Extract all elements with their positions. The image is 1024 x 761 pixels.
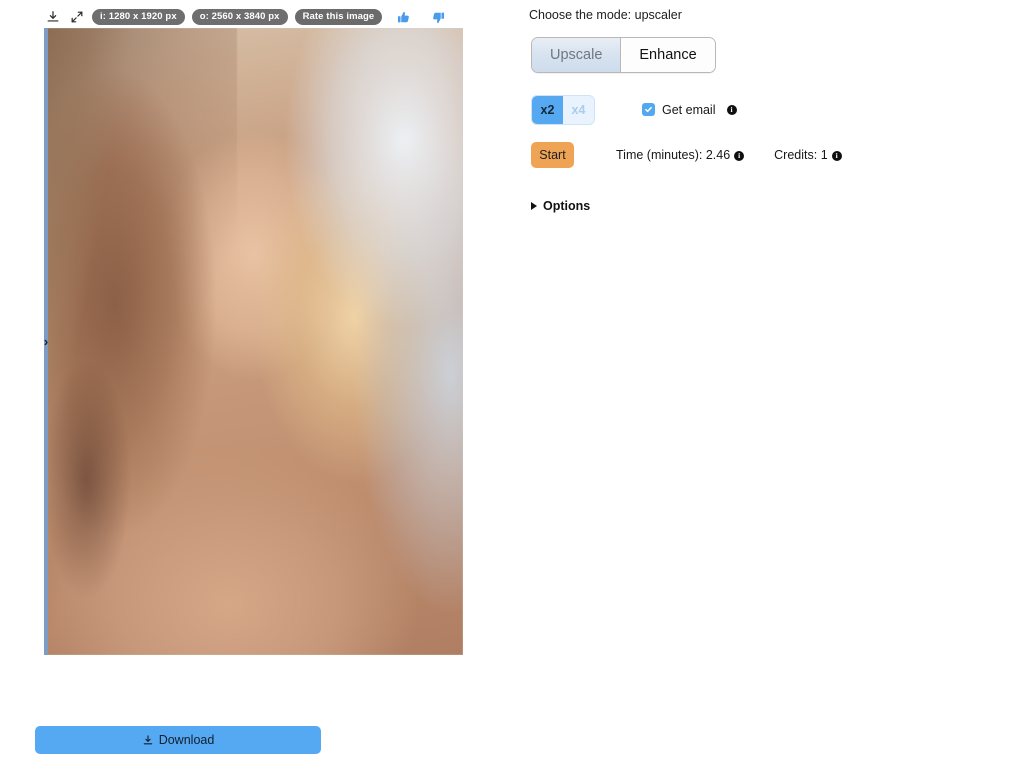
- mode-toggle-group: Upscale Enhance: [531, 37, 716, 73]
- get-email-checkbox[interactable]: [642, 103, 655, 116]
- mode-button-upscale[interactable]: Upscale: [532, 38, 621, 72]
- expand-icon[interactable]: [68, 9, 85, 26]
- time-estimate-label: Time (minutes): 2.46: [616, 148, 730, 162]
- image-panel: i: 1280 x 1920 px o: 2560 x 3840 px Rate…: [0, 0, 500, 761]
- thumbs-up-icon[interactable]: [395, 9, 411, 25]
- controls-panel: Choose the mode: upscaler Upscale Enhanc…: [525, 0, 1024, 761]
- image-toolbar: i: 1280 x 1920 px o: 2560 x 3840 px Rate…: [44, 6, 446, 28]
- time-info-icon[interactable]: i: [734, 151, 744, 161]
- triangle-right-icon: [531, 202, 537, 210]
- upscaled-image: [44, 28, 463, 655]
- scale-button-x4[interactable]: x4: [563, 96, 594, 124]
- get-email-label: Get email: [662, 103, 716, 117]
- start-row: Start Time (minutes): 2.46 i Credits: 1 i: [531, 141, 1024, 169]
- before-after-slider[interactable]: ›: [44, 28, 48, 655]
- input-size-badge: i: 1280 x 1920 px: [92, 9, 185, 26]
- start-button[interactable]: Start: [531, 142, 574, 168]
- get-email-group: Get email i: [642, 103, 737, 118]
- check-icon: [644, 105, 653, 114]
- output-size-badge: o: 2560 x 3840 px: [192, 9, 288, 26]
- options-disclosure[interactable]: Options: [531, 199, 590, 213]
- credits-cost-label: Credits: 1: [774, 148, 828, 162]
- thumbs-down-icon[interactable]: [430, 9, 446, 25]
- rate-this-image-button[interactable]: Rate this image: [295, 9, 383, 26]
- scale-and-email-row: x2 x4 Get email i: [531, 95, 1024, 125]
- slider-chevron-icon: ›: [44, 335, 48, 348]
- scale-toggle-group: x2 x4: [531, 95, 595, 125]
- download-icon: [142, 734, 154, 746]
- before-after-slider-handle[interactable]: ›: [44, 320, 55, 364]
- download-button-label: Download: [159, 733, 215, 747]
- get-email-info-icon[interactable]: i: [727, 105, 737, 115]
- credits-cost: Credits: 1 i: [774, 148, 842, 162]
- upscaler-app: i: 1280 x 1920 px o: 2560 x 3840 px Rate…: [0, 0, 1024, 761]
- mode-button-enhance[interactable]: Enhance: [621, 38, 714, 72]
- scale-button-x2[interactable]: x2: [532, 96, 563, 124]
- credits-info-icon[interactable]: i: [832, 151, 842, 161]
- download-icon[interactable]: [44, 9, 61, 26]
- time-estimate: Time (minutes): 2.46 i: [616, 148, 744, 162]
- mode-heading: Choose the mode: upscaler: [529, 8, 1024, 23]
- download-button[interactable]: Download: [35, 726, 321, 754]
- image-viewer[interactable]: ›: [44, 28, 463, 655]
- options-label: Options: [543, 199, 590, 213]
